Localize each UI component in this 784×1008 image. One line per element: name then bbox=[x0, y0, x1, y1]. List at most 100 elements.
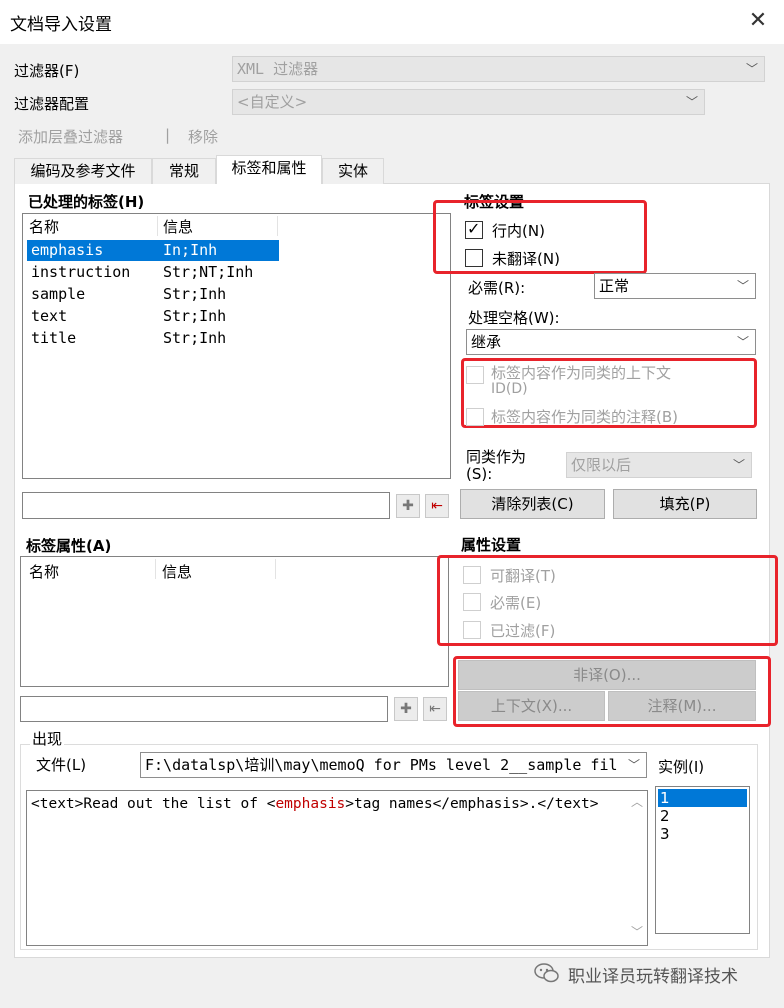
context-id-label-line1: 标签内容作为同类的上下文 bbox=[491, 364, 672, 382]
tag-info: Str;Inh bbox=[163, 285, 227, 303]
remove-cascade-link[interactable]: 移除 bbox=[188, 126, 218, 147]
scroll-down-icon[interactable]: ﹀ bbox=[631, 923, 643, 940]
column-divider bbox=[275, 559, 276, 579]
cascade-separator: | bbox=[165, 126, 171, 144]
column-divider bbox=[277, 216, 278, 236]
translatable-checkbox[interactable] bbox=[463, 566, 481, 584]
plus-icon: ✚ bbox=[400, 701, 412, 717]
context-id-label-line2: ID(D) bbox=[491, 381, 528, 397]
scrollbar[interactable]: ︿ ﹀ bbox=[627, 791, 647, 945]
tag-info: Str;Inh bbox=[163, 307, 227, 325]
comment-button[interactable]: 注释(M)... bbox=[608, 691, 756, 721]
highlight-box bbox=[437, 555, 778, 646]
tab-entities[interactable]: 实体 bbox=[322, 158, 384, 184]
filter-combo[interactable]: XML 过滤器 ﹀ bbox=[232, 56, 765, 82]
chevron-down-icon: ﹀ bbox=[685, 95, 698, 109]
wechat-logo-icon bbox=[533, 962, 561, 984]
filter-config-combo[interactable]: <自定义> ﹀ bbox=[232, 89, 705, 115]
fill-button[interactable]: 填充(P) bbox=[613, 489, 757, 519]
required-label: 必需(R): bbox=[468, 279, 526, 297]
preview-text: <text>Read out the list of <emphasis>tag… bbox=[31, 796, 598, 812]
file-combo[interactable]: F:\datalsp\培训\may\memoQ for PMs level 2_… bbox=[140, 752, 647, 778]
required-combo[interactable]: 正常 ﹀ bbox=[594, 273, 756, 299]
tag-name: emphasis bbox=[31, 241, 104, 259]
edit-icon: ⇤ bbox=[431, 498, 443, 514]
tag-info: Str;Inh bbox=[163, 329, 227, 347]
table-row[interactable]: sample Str;Inh bbox=[27, 284, 279, 305]
scroll-up-icon[interactable]: ︿ bbox=[631, 793, 643, 810]
preview-part: <text>Read out the list of < bbox=[31, 796, 276, 812]
list-item[interactable]: 3 bbox=[660, 825, 670, 843]
filter-value: XML 过滤器 bbox=[237, 60, 319, 78]
comment-label: 标签内容作为同类的注释(B) bbox=[491, 408, 678, 426]
preview-box[interactable]: <text>Read out the list of <emphasis>tag… bbox=[26, 790, 648, 946]
plus-icon: ✚ bbox=[402, 498, 414, 514]
sibling-label-line1: 同类作为 bbox=[466, 448, 527, 466]
edit-attribute-button[interactable]: ⇤ bbox=[423, 697, 447, 721]
preview-highlight: emphasis bbox=[275, 796, 346, 812]
attr-required-checkbox[interactable] bbox=[463, 593, 481, 611]
untranslated-checkbox[interactable] bbox=[465, 249, 483, 267]
context-button[interactable]: 上下文(X)... bbox=[458, 691, 605, 721]
attribute-name-input[interactable] bbox=[20, 696, 388, 722]
required-value: 正常 bbox=[599, 277, 630, 295]
tab-encoding[interactable]: 编码及参考文件 bbox=[14, 158, 152, 184]
tag-name: sample bbox=[31, 285, 86, 303]
table-row[interactable]: emphasis In;Inh bbox=[27, 240, 279, 261]
tag-name: instruction bbox=[31, 263, 131, 281]
whitespace-combo[interactable]: 继承 ﹀ bbox=[466, 329, 756, 355]
add-tag-button[interactable]: ✚ bbox=[396, 494, 420, 518]
watermark-text: 职业译员玩转翻译技术 bbox=[568, 967, 738, 987]
table-row[interactable]: text Str;Inh bbox=[27, 306, 279, 327]
comment-checkbox[interactable] bbox=[466, 408, 484, 426]
whitespace-label: 处理空格(W): bbox=[468, 309, 560, 327]
nontranslatable-button[interactable]: 非译(O)... bbox=[458, 660, 756, 690]
table-row[interactable]: instruction Str;NT;Inh bbox=[27, 262, 279, 283]
processed-tags-list[interactable]: 名称 信息 emphasis In;Inh instruction Str;NT… bbox=[22, 213, 451, 479]
preview-part: >tag names</emphasis>.</text> bbox=[345, 796, 599, 812]
tag-name: title bbox=[31, 329, 77, 347]
tag-name-input[interactable] bbox=[22, 492, 390, 519]
clear-list-button[interactable]: 清除列表(C) bbox=[460, 489, 605, 519]
title-bar bbox=[0, 0, 784, 44]
untranslated-label: 未翻译(N) bbox=[492, 250, 560, 268]
attributes-list[interactable]: 名称 信息 bbox=[20, 556, 449, 687]
add-cascade-filter-link[interactable]: 添加层叠过滤器 bbox=[18, 126, 123, 147]
list-item[interactable]: 1 bbox=[658, 789, 747, 807]
filter-config-value: <自定义> bbox=[237, 93, 308, 111]
translatable-label: 可翻译(T) bbox=[490, 567, 556, 585]
processed-tags-header: 已处理的标签(H) bbox=[28, 193, 145, 211]
occurrence-header: 出现 bbox=[30, 728, 65, 749]
column-divider bbox=[157, 216, 158, 236]
tag-info: In;Inh bbox=[163, 241, 218, 259]
column-header-name[interactable]: 名称 bbox=[29, 561, 59, 582]
chevron-down-icon: ﹀ bbox=[745, 62, 758, 76]
context-id-checkbox[interactable] bbox=[466, 366, 484, 384]
column-header-info[interactable]: 信息 bbox=[162, 561, 192, 582]
whitespace-value: 继承 bbox=[471, 333, 502, 351]
close-icon[interactable]: ✕ bbox=[744, 6, 772, 36]
inline-checkbox[interactable]: ✓ bbox=[465, 219, 483, 239]
tab-general[interactable]: 常规 bbox=[152, 158, 216, 184]
column-header-info[interactable]: 信息 bbox=[163, 216, 193, 237]
list-item[interactable]: 2 bbox=[660, 807, 670, 825]
sibling-combo[interactable]: 仅限以后 ﹀ bbox=[566, 452, 752, 478]
column-header-name[interactable]: 名称 bbox=[29, 216, 59, 237]
filtered-checkbox[interactable] bbox=[463, 621, 481, 639]
tab-tags-attributes[interactable]: 标签和属性 bbox=[216, 155, 322, 184]
window-title: 文档导入设置 bbox=[10, 15, 112, 35]
filter-config-label: 过滤器配置 bbox=[14, 95, 90, 113]
inline-label: 行内(N) bbox=[492, 222, 545, 240]
instance-list[interactable]: 1 2 3 bbox=[655, 786, 750, 934]
attr-settings-header: 属性设置 bbox=[461, 536, 522, 554]
table-row[interactable]: title Str;Inh bbox=[27, 328, 279, 349]
attr-required-label: 必需(E) bbox=[490, 594, 542, 612]
check-icon: ✓ bbox=[467, 219, 481, 238]
add-attribute-button[interactable]: ✚ bbox=[394, 697, 418, 721]
column-divider bbox=[155, 559, 156, 579]
filter-label: 过滤器(F) bbox=[14, 62, 80, 80]
chevron-down-icon: ﹀ bbox=[627, 753, 640, 777]
edit-tag-button[interactable]: ⇤ bbox=[425, 494, 449, 518]
tag-info: Str;NT;Inh bbox=[163, 263, 254, 281]
chevron-down-icon: ﹀ bbox=[732, 458, 745, 472]
